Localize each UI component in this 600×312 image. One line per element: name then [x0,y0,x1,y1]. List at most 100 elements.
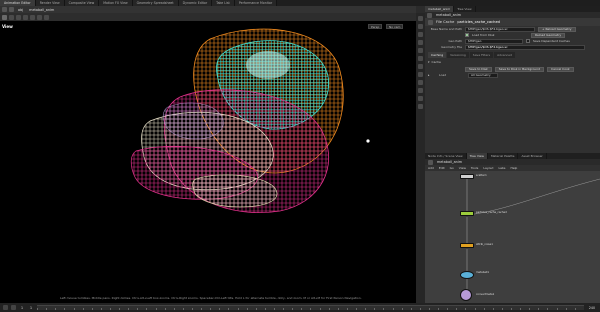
snap-tool-icon[interactable] [418,64,423,69]
select-tool-icon[interactable] [418,16,423,21]
timeline-tick [419,308,421,310]
network-tab-0[interactable]: Node Info / Scene View [425,153,467,159]
3d-viewport[interactable]: View Persp No cam Left mouse tumbles. Mi… [0,21,416,303]
rotate-tool-icon[interactable] [418,32,423,37]
end-frame[interactable]: 240 [587,306,597,310]
node-box[interactable] [460,271,474,279]
network-menu-go[interactable]: Go [450,166,454,170]
subtab-0[interactable]: Caching [428,52,447,58]
play-forward-icon[interactable] [11,305,16,310]
subtab-3[interactable]: Advanced [494,52,515,58]
snapping-icon[interactable] [37,14,42,20]
basename-field[interactable]: $HIP/geo/$OS.$F4.bgeo.sc [465,26,535,32]
timeline-tick [574,308,576,310]
node-file-cache[interactable]: particles_cache_cached [460,211,507,216]
forward-arrow-icon[interactable] [9,7,14,12]
node-label: metaball1 [476,271,490,274]
save-to-disk-background-button[interactable]: Save to Disk in Background [494,66,545,72]
back-arrow-icon[interactable] [428,159,433,165]
scale-tool-icon[interactable] [418,40,423,45]
save-dependent-checkbox[interactable] [526,39,530,43]
save-to-disk-button[interactable]: Save to Disk [465,66,492,72]
collapse-arrow-icon[interactable]: ▾ [428,60,430,64]
network-canvas[interactable]: scatter1 particles_cache_cached attrib_n… [425,171,600,303]
display-options-icon[interactable] [9,14,14,20]
back-arrow-icon[interactable] [2,7,7,12]
current-frame[interactable]: 1 [19,306,25,310]
timeline-tick [428,308,430,310]
reload-geometry-button[interactable]: + Reload Geometry [538,26,576,32]
param-panel-tab-1[interactable]: Tree View [454,6,476,12]
timeline-tick [155,308,157,310]
node-name-field[interactable]: particles_cache_cached [457,20,500,24]
subtab-1[interactable]: Versioning [447,52,469,58]
ghost-tool-icon[interactable] [418,104,423,109]
geometry-file-field[interactable]: $HIP/geo/$OS.$F4.bgeo.sc [465,44,585,50]
pose-tool-icon[interactable] [418,56,423,61]
timeline-tick [219,308,221,310]
network-tab-2[interactable]: Material Palette [488,153,519,159]
move-tool-icon[interactable] [418,24,423,29]
node-header: File Cache particles_cache_cached [425,18,600,26]
timeline-tick [201,308,203,310]
camera-tool-icon[interactable] [418,72,423,77]
param-panel-tab-0[interactable]: metaball_anim [425,6,455,12]
parameter-subtabs: Caching Versioning Save Filters Advanced [428,52,597,58]
timeline-scrubber[interactable] [37,305,584,310]
node-wires [466,178,600,291]
select-icon[interactable] [2,14,7,20]
network-menu-tools[interactable]: Tools [471,166,478,170]
expand-arrow-icon[interactable]: ▸ [428,73,436,77]
back-arrow-icon[interactable] [427,12,432,18]
load-from-disk-checkbox[interactable] [465,33,469,37]
node-box[interactable] [460,289,472,301]
display-tool-icon[interactable] [418,96,423,101]
network-tab-1[interactable]: Tree View [466,153,488,159]
timeline-tick [483,308,485,310]
grid-icon[interactable] [44,14,49,20]
timeline-tick [392,308,394,310]
node-convertmeta[interactable]: convertmeta1 [460,289,494,301]
network-path[interactable]: metaball_anim [435,160,464,164]
wireframe-icon[interactable] [23,14,28,20]
load-from-disk-label: Load from Disk [472,33,495,37]
node-metaball[interactable]: metaball1 [460,271,489,279]
network-menu-labs[interactable]: Labs [499,166,506,170]
node-scatter[interactable]: scatter1 [460,174,487,179]
network-menu-edit[interactable]: Edit [439,166,445,170]
cancel-cook-button[interactable]: Cancel Cook [547,66,574,72]
node-box[interactable] [460,211,474,216]
timeline-tick [337,308,339,310]
node-type-label: File Cache [436,20,455,24]
timeline-tick [556,308,558,310]
node-attrib-noise[interactable]: attrib_noise1 [460,243,493,248]
geo-path-field[interactable]: $HIP/geo [465,38,523,44]
play-backward-icon[interactable] [3,305,8,310]
cache-section-header[interactable]: ▾ Cache [428,59,597,65]
lighting-icon[interactable] [30,14,35,20]
network-menu-help[interactable]: Help [511,166,518,170]
view-tool-icon[interactable] [418,88,423,93]
path-node[interactable]: metaball_anim [27,8,56,12]
network-menu-view[interactable]: View [459,166,466,170]
shading-icon[interactable] [16,14,21,20]
network-tab-3[interactable]: Asset Browser [518,153,547,159]
network-menu-add[interactable]: Add [428,166,434,170]
light-tool-icon[interactable] [418,80,423,85]
viewport-navigation-hint: Left mouse tumbles. Middle pans. Right d… [60,296,362,300]
reload-button[interactable]: Reload Geometry [531,32,566,38]
node-box[interactable] [460,174,474,179]
timeline-tick [192,308,193,310]
subtab-2[interactable]: Save Filters [469,52,494,58]
network-menu-layout[interactable]: Layout [483,166,493,170]
load-dropdown[interactable]: All Geometry [468,72,498,78]
parameter-path[interactable]: metaball_anim [434,13,463,17]
start-frame[interactable]: 1 [28,306,34,310]
path-obj[interactable]: obj [16,8,25,12]
node-box[interactable] [460,243,474,248]
file-cache-node-icon [428,19,433,25]
timeline-tick [501,308,503,310]
handle-tool-icon[interactable] [418,48,423,53]
timeline-tick [383,308,385,310]
timeline-tick [237,308,239,310]
